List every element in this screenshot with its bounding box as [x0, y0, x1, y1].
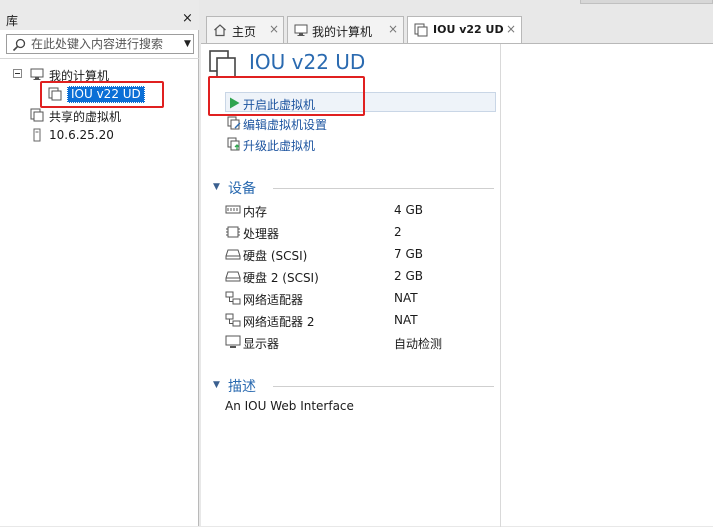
device-value: 7 GB — [394, 247, 423, 261]
device-row-network-2[interactable]: 网络适配器 2 NAT — [225, 310, 495, 330]
chevron-down-icon[interactable]: ▼ — [184, 39, 191, 49]
device-name: 网络适配器 — [243, 293, 304, 307]
device-row-network[interactable]: 网络适配器 NAT — [225, 288, 495, 308]
device-name: 硬盘 2 (SCSI) — [243, 271, 319, 285]
tree-item-label-selected: IOU v22 UD — [67, 86, 145, 103]
library-pane: 库 × ▼ 我的计算机 IOU v22 UD 共享的虚拟机 — [0, 0, 199, 526]
network-icon — [225, 313, 241, 327]
cpu-icon — [226, 226, 240, 238]
section-rule — [273, 386, 494, 387]
device-value: 4 GB — [394, 203, 423, 217]
upgrade-icon — [227, 137, 240, 151]
vm-icon — [48, 87, 62, 101]
library-header: 库 × — [0, 0, 199, 30]
tab-vm-iou[interactable]: IOU v22 UD × — [407, 16, 522, 44]
device-value: NAT — [394, 291, 418, 305]
network-icon — [225, 291, 241, 305]
description-section-title: 描述 — [228, 379, 256, 395]
tab-label: IOU v22 UD — [433, 23, 504, 36]
play-icon — [230, 97, 240, 109]
device-value: 2 — [394, 225, 402, 239]
device-row-cpu[interactable]: 处理器 2 — [225, 222, 495, 242]
vm-description[interactable]: An IOU Web Interface — [225, 399, 354, 413]
device-name: 显示器 — [243, 337, 280, 351]
collapse-triangle-icon: ▼ — [213, 380, 220, 390]
device-value: 自动检测 — [394, 337, 443, 351]
device-row-harddisk[interactable]: 硬盘 (SCSI) 7 GB — [225, 244, 495, 264]
action-label: 升级此虚拟机 — [243, 139, 316, 153]
tree-item-my-computer[interactable]: 我的计算机 — [28, 65, 188, 83]
device-row-harddisk-2[interactable]: 硬盘 2 (SCSI) 2 GB — [225, 266, 495, 286]
device-row-memory[interactable]: 内存 4 GB — [225, 200, 495, 220]
library-search-box[interactable]: ▼ — [6, 34, 194, 54]
page-title: IOU v22 UD — [249, 50, 366, 74]
vm-icon — [209, 50, 236, 78]
tree-collapse-toggle[interactable] — [13, 69, 22, 78]
tab-my-computer[interactable]: 我的计算机 × — [287, 16, 404, 43]
tab-close-icon[interactable]: × — [388, 22, 398, 36]
device-name: 硬盘 (SCSI) — [243, 249, 308, 263]
server-icon — [33, 128, 41, 142]
edit-settings-icon — [227, 116, 241, 130]
tab-close-icon[interactable]: × — [506, 22, 516, 36]
harddisk-icon — [225, 271, 241, 282]
vm-summary-page: IOU v22 UD 开启此虚拟机 编辑虚拟机设置 升级此虚拟机 ▼ 设备 内存… — [201, 43, 713, 527]
tree-item-vm-iou[interactable]: IOU v22 UD — [45, 86, 155, 104]
library-search-input[interactable] — [31, 36, 176, 52]
device-name: 网络适配器 2 — [243, 315, 315, 329]
vm-icon — [414, 23, 428, 37]
device-name: 处理器 — [243, 227, 280, 241]
display-icon — [225, 335, 241, 348]
tab-label: 我的计算机 — [312, 25, 373, 39]
tree-item-label: 共享的虚拟机 — [49, 110, 122, 124]
tree-item-label: 我的计算机 — [49, 69, 110, 83]
device-value: 2 GB — [394, 269, 423, 283]
harddisk-icon — [225, 249, 241, 260]
tab-label: 主页 — [232, 25, 257, 39]
tab-home[interactable]: 主页 × — [206, 16, 284, 43]
home-icon — [214, 24, 226, 37]
library-close-button[interactable]: × — [182, 11, 193, 26]
shared-vm-icon — [30, 108, 44, 122]
tree-item-label: 10.6.25.20 — [49, 128, 114, 142]
device-row-display[interactable]: 显示器 自动检测 — [225, 332, 495, 352]
search-icon — [12, 38, 26, 52]
action-label: 开启此虚拟机 — [243, 98, 316, 112]
device-value: NAT — [394, 313, 418, 327]
monitor-icon — [294, 24, 308, 36]
power-on-vm-button[interactable]: 开启此虚拟机 — [225, 92, 496, 112]
description-section-header[interactable]: ▼ 描述 — [213, 376, 498, 395]
collapse-triangle-icon: ▼ — [213, 182, 220, 192]
tab-strip-edge — [580, 0, 713, 4]
tree-item-remote-server[interactable]: 10.6.25.20 — [28, 126, 188, 144]
action-label: 编辑虚拟机设置 — [243, 118, 328, 132]
tree-item-shared-vms[interactable]: 共享的虚拟机 — [28, 106, 188, 124]
memory-icon — [225, 205, 241, 214]
monitor-icon — [30, 68, 44, 80]
devices-section-title: 设备 — [228, 181, 256, 197]
divider — [0, 58, 199, 59]
device-name: 内存 — [243, 205, 268, 219]
divider — [500, 44, 501, 527]
library-title: 库 — [6, 14, 19, 28]
section-rule — [273, 188, 494, 189]
devices-section-header[interactable]: ▼ 设备 — [213, 178, 498, 197]
tab-close-icon[interactable]: × — [269, 22, 279, 36]
